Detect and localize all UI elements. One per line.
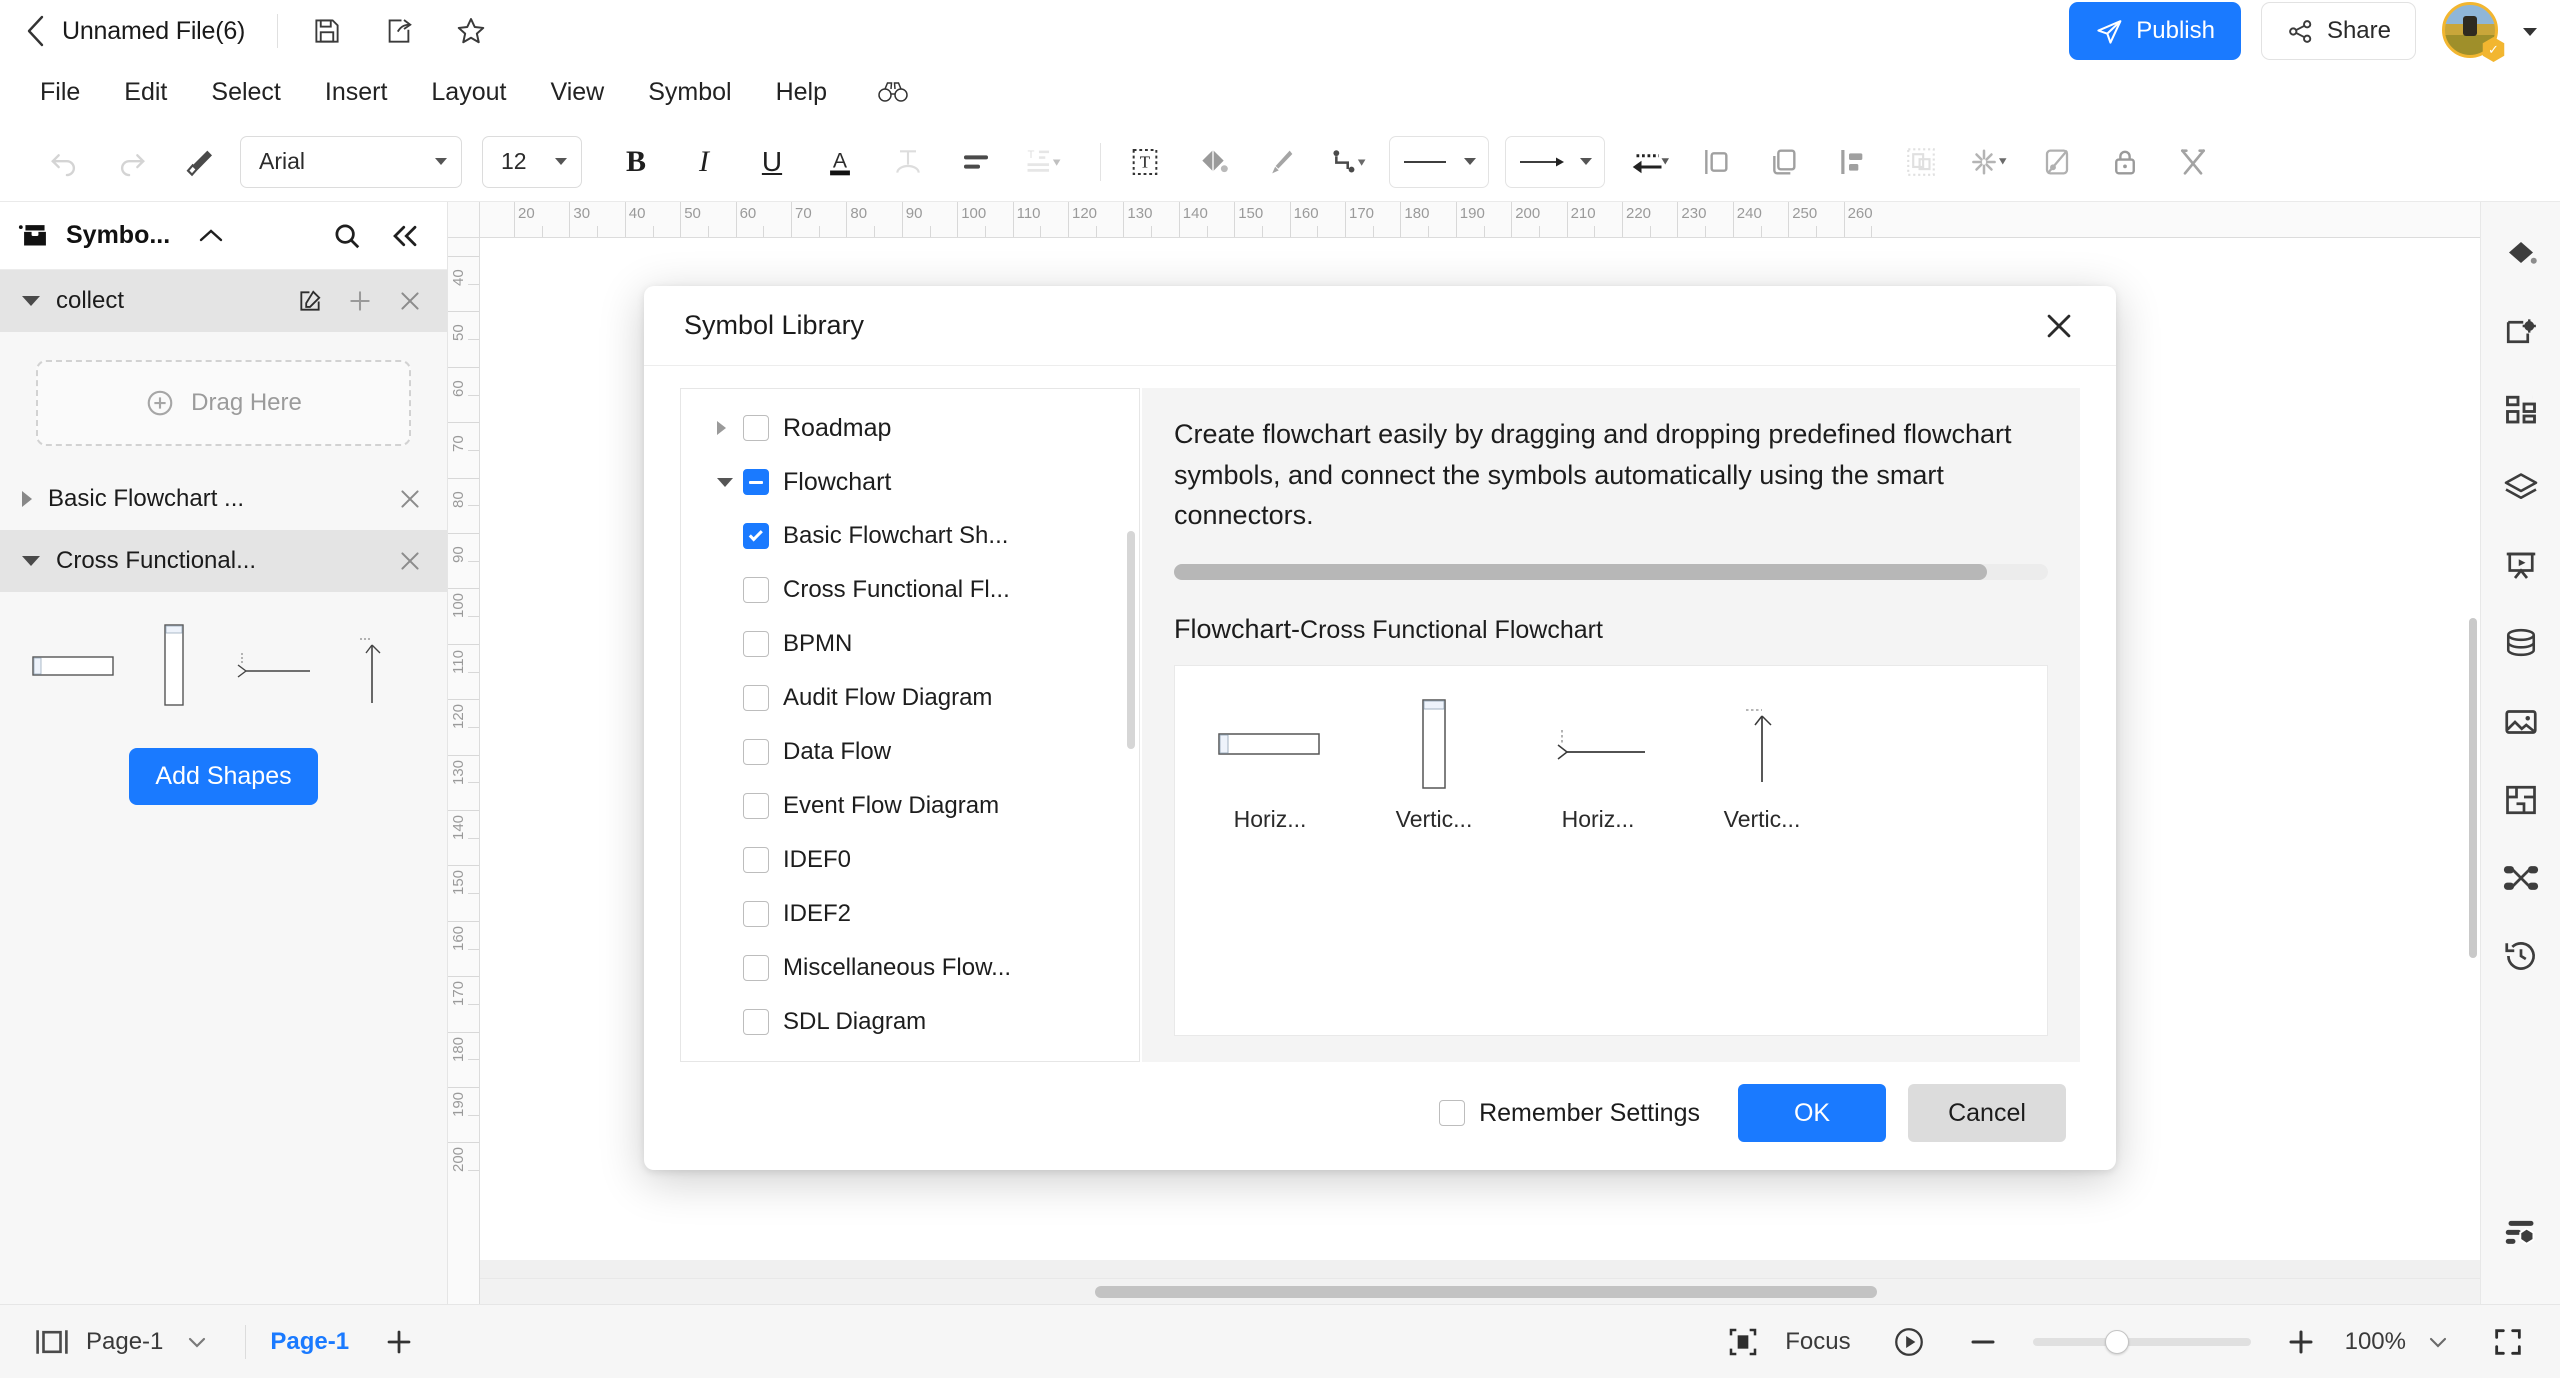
symbol-library-dialog: Symbol Library Roadmap Flowchart Basic Flo… (644, 286, 2116, 1170)
shape-preview-vertical-swimlane[interactable]: Vertic... (1369, 698, 1499, 833)
tree-node-checkbox[interactable] (743, 901, 769, 927)
app-window: Unnamed File(6) Publish Share ✓ File Edi… (0, 0, 2560, 1378)
scrollbar-thumb[interactable] (1174, 563, 1987, 580)
tree-node[interactable]: Event Flow Diagram (681, 779, 1125, 833)
shape-preview-label: Vertic... (1395, 805, 1473, 832)
tree-node-checkbox[interactable] (743, 469, 769, 495)
detail-horizontal-scrollbar[interactable] (1174, 563, 2048, 580)
tree-node[interactable]: Flowchart (681, 455, 1125, 509)
tree-node[interactable]: SDL Diagram (681, 995, 1125, 1049)
shape-preview-label: Vertic... (1723, 805, 1801, 832)
category-description: Create flowchart easily by dragging and … (1174, 419, 2012, 530)
tree-node[interactable]: Miscellaneous Flow... (681, 941, 1125, 995)
shape-preview-horizontal-swimlane[interactable]: Horiz... (1205, 698, 1335, 833)
checkbox-box (1439, 1100, 1466, 1126)
tree-node-checkbox[interactable] (743, 955, 769, 981)
library-subtitle-lead: Flowchart- (1174, 613, 1301, 644)
tree-node-label: BPMN (783, 630, 853, 657)
library-subtitle: Flowchart-Cross Functional Flowchart (1174, 614, 2048, 645)
tree-node-label: Cross Functional Fl... (783, 576, 1010, 603)
shape-preview-label: Horiz... (1233, 805, 1307, 832)
category-tree: Roadmap Flowchart Basic Flowchart Sh... Cro… (680, 388, 1140, 1062)
tree-node-label: Flowchart (783, 467, 892, 496)
tree-node-label: Audit Flow Diagram (783, 684, 993, 711)
tree-node-label: Miscellaneous Flow... (783, 954, 1012, 981)
tree-node-label: Data Flow (783, 738, 892, 765)
library-subtitle-rest: Cross Functional Flowchart (1300, 615, 1603, 644)
horizontal-swimlane-shape (1217, 698, 1323, 790)
tree-node-checkbox[interactable] (743, 415, 769, 441)
scrollbar-thumb[interactable] (1127, 531, 1135, 749)
shape-preview-label: Horiz... (1561, 805, 1635, 832)
tree-node[interactable]: Basic Flowchart Sh... (681, 509, 1125, 563)
tree-node[interactable]: Roadmap (681, 401, 1125, 455)
ok-button[interactable]: OK (1738, 1084, 1886, 1142)
category-tree-list: Roadmap Flowchart Basic Flowchart Sh... Cro… (681, 389, 1125, 1061)
tree-node-checkbox[interactable] (743, 793, 769, 819)
tree-node[interactable]: BPMN (681, 617, 1125, 671)
category-detail-pane: Create flowchart easily by dragging and … (1142, 388, 2080, 1062)
tree-node[interactable]: Cross Functional Fl... (681, 563, 1125, 617)
tree-node-checkbox[interactable] (743, 739, 769, 765)
tree-node-label: IDEF2 (783, 900, 852, 927)
tree-node-label: Roadmap (783, 413, 892, 442)
tree-node-checkbox[interactable] (743, 1009, 769, 1035)
dialog-footer: Remember Settings OK Cancel (644, 1062, 2116, 1170)
horizontal-separator-shape (1545, 698, 1651, 790)
shape-preview-horizontal-separator[interactable]: Horiz... (1533, 698, 1663, 833)
tree-node-label: Basic Flowchart Sh... (783, 522, 1009, 549)
vertical-separator-shape (1732, 698, 1792, 790)
tree-node-checkbox[interactable] (743, 847, 769, 873)
tree-node[interactable]: Audit Flow Diagram (681, 671, 1125, 725)
dialog-header: Symbol Library (644, 286, 2116, 366)
tree-node-label: SDL Diagram (783, 1008, 927, 1035)
close-icon[interactable] (2032, 299, 2086, 353)
shape-preview-vertical-separator[interactable]: Vertic... (1697, 698, 1827, 833)
remember-settings-label: Remember Settings (1479, 1098, 1700, 1127)
tree-node-checkbox[interactable] (743, 685, 769, 711)
vertical-swimlane-shape (1412, 698, 1456, 790)
triangle-down-icon[interactable] (717, 477, 743, 487)
tree-node[interactable]: IDEF0 (681, 833, 1125, 887)
tree-scrollbar[interactable] (1127, 389, 1135, 1061)
tree-node-checkbox[interactable] (743, 631, 769, 657)
remember-settings-checkbox[interactable]: Remember Settings (1439, 1099, 1700, 1128)
dialog-title: Symbol Library (684, 310, 865, 340)
tree-node[interactable]: IDEF2 (681, 887, 1125, 941)
tree-node-label: IDEF0 (783, 846, 852, 873)
tree-node-checkbox[interactable] (743, 523, 769, 549)
shape-preview-list: Horiz... Vertic... Horiz... Vertic... (1174, 664, 2048, 1036)
dialog-body: Roadmap Flowchart Basic Flowchart Sh... Cro… (644, 366, 2116, 1062)
tree-node-label: Event Flow Diagram (783, 792, 1000, 819)
tree-node[interactable]: Data Flow (681, 725, 1125, 779)
tree-node-checkbox[interactable] (743, 577, 769, 603)
triangle-right-icon[interactable] (717, 421, 743, 435)
cancel-button[interactable]: Cancel (1908, 1084, 2066, 1142)
